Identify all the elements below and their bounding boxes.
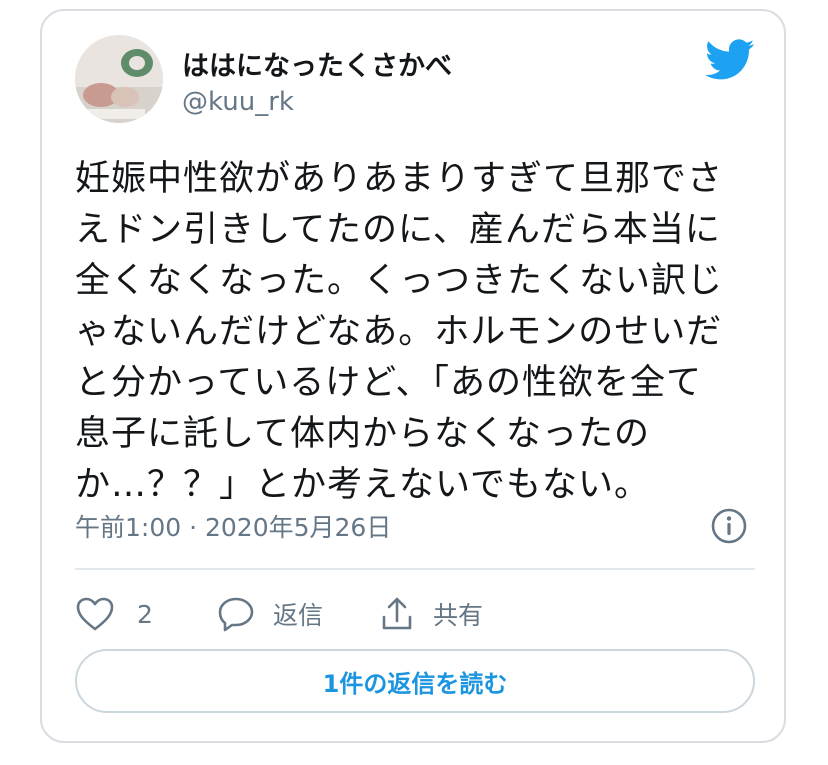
author-handle[interactable]: @kuu_rk	[182, 87, 294, 117]
heart-icon	[75, 596, 115, 632]
reply-button[interactable]: 返信	[217, 589, 323, 639]
like-count: 2	[137, 599, 153, 629]
twitter-bird-icon[interactable]	[705, 39, 755, 81]
tweet-text-line: 全くなくなった。くっつきたくない訳じ	[75, 261, 724, 301]
speech-bubble-icon	[217, 595, 255, 633]
tweet-text-line: ゃないんだけどなあ。ホルモンのせいだ	[75, 312, 723, 352]
tweet-text-line: か…？？」とか考えないでもない。	[75, 465, 650, 505]
tweet-text-line: えドン引きしてたのに、産んだら本当に	[75, 210, 721, 250]
tweet-text-line: と分かっているけど、「あの性欲を全て	[75, 363, 703, 403]
share-label: 共有	[433, 601, 484, 630]
share-button[interactable]: 共有	[379, 589, 483, 639]
author-display-name[interactable]: ははになったくさかべ	[182, 44, 452, 83]
tweet-card[interactable]: ははになったくさかべ @kuu_rk 妊娠中性欲がありあまりすぎて旦那でさ えド…	[40, 9, 786, 743]
tweet-text-line: 妊娠中性欲がありあまりすぎて旦那でさ	[75, 159, 724, 199]
avatar[interactable]	[75, 35, 163, 123]
divider	[75, 568, 755, 570]
tweet-timestamp[interactable]: 午前1:00 · 2020年5月26日	[75, 508, 391, 544]
tweet-text: 妊娠中性欲がありあまりすぎて旦那でさ えドン引きしてたのに、産んだら本当に 全く…	[75, 154, 755, 511]
tweet-text-line: 息子に託して体内からなくなったの	[75, 414, 650, 454]
reply-label: 返信	[273, 601, 324, 630]
share-icon	[379, 595, 415, 633]
info-icon[interactable]	[710, 507, 748, 545]
like-button[interactable]: 2	[75, 589, 153, 639]
read-replies-button[interactable]: 1件の返信を読む	[75, 649, 755, 713]
